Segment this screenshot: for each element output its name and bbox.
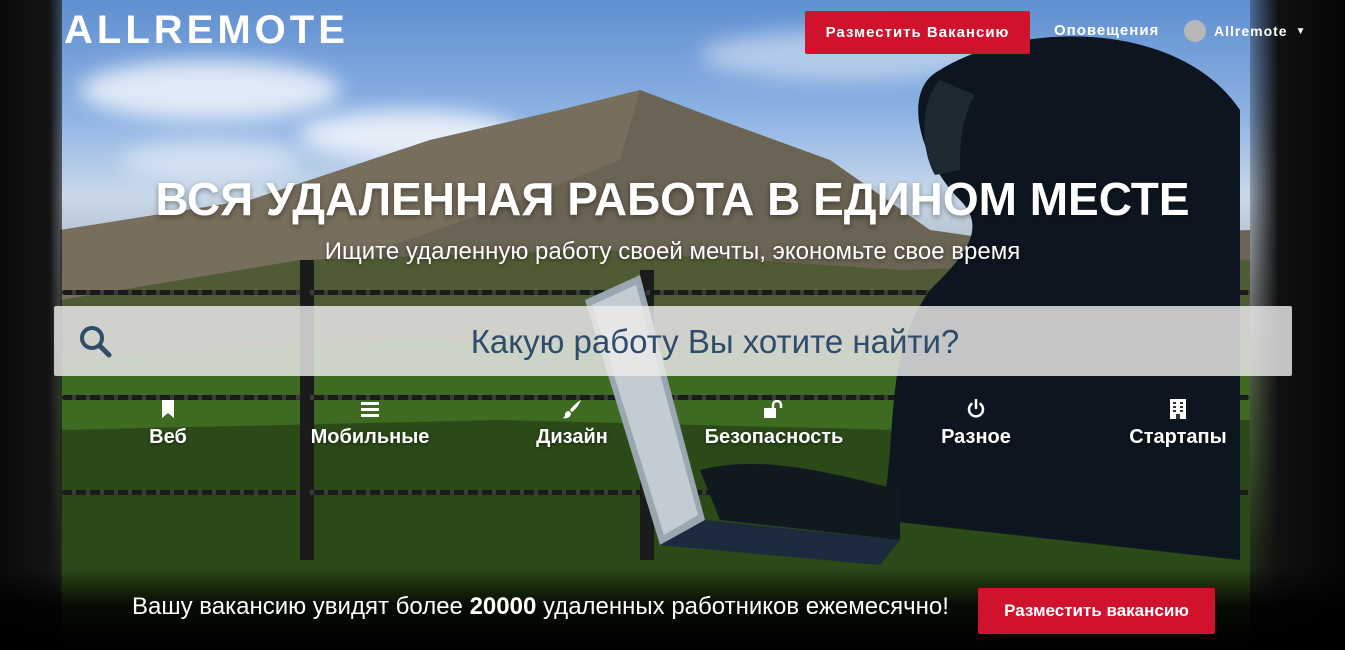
category-web[interactable]: Веб [68, 398, 268, 449]
post-job-button[interactable]: Разместить Вакансию [805, 11, 1030, 54]
category-misc[interactable]: Разное [876, 398, 1076, 449]
search-bar [54, 306, 1296, 378]
bookmark-icon [68, 398, 268, 420]
category-label: Стартапы [1129, 426, 1227, 448]
avatar [1184, 20, 1206, 42]
category-label: Веб [149, 426, 187, 448]
unlock-icon [674, 398, 874, 420]
category-label: Безопасность [704, 426, 844, 448]
category-security[interactable]: Безопасность [674, 398, 874, 449]
bars-icon [270, 398, 470, 420]
paintbrush-icon [472, 398, 672, 420]
category-list: Веб Мобильные Дизайн Безопасность Разное… [68, 398, 1278, 458]
building-icon [1078, 398, 1278, 420]
promo-text-before: Вашу вакансию увидят более [132, 593, 470, 620]
user-name: Allremote [1214, 23, 1288, 39]
window-frame-left [0, 0, 62, 650]
notifications-link[interactable]: Оповещения [1054, 22, 1159, 39]
site-logo[interactable]: ALLREMOTE [64, 8, 349, 53]
search-input[interactable] [134, 306, 1296, 378]
user-menu[interactable]: Allremote ▼ [1184, 20, 1306, 42]
hero-subtitle: Ищите удаленную работу своей мечты, экон… [324, 238, 1021, 265]
search-icon[interactable] [78, 324, 112, 358]
category-label: Дизайн [536, 426, 608, 448]
chevron-down-icon: ▼ [1295, 25, 1307, 37]
promo-text: Вашу вакансию увидят более 20000 удаленн… [132, 593, 949, 621]
promo-count: 20000 [469, 593, 537, 620]
category-design[interactable]: Дизайн [472, 398, 672, 449]
promo-text-after: удаленных работников ежемесячно! [536, 593, 949, 620]
category-mobile[interactable]: Мобильные [270, 398, 470, 449]
post-job-bottom-button[interactable]: Разместить вакансию [978, 588, 1215, 634]
category-startups[interactable]: Стартапы [1078, 398, 1278, 449]
hero-title: ВСЯ УДАЛЕННАЯ РАБОТА В ЕДИНОМ МЕСТЕ [155, 173, 1190, 225]
category-label: Разное [941, 426, 1011, 448]
power-icon [876, 398, 1076, 420]
category-label: Мобильные [310, 426, 430, 448]
